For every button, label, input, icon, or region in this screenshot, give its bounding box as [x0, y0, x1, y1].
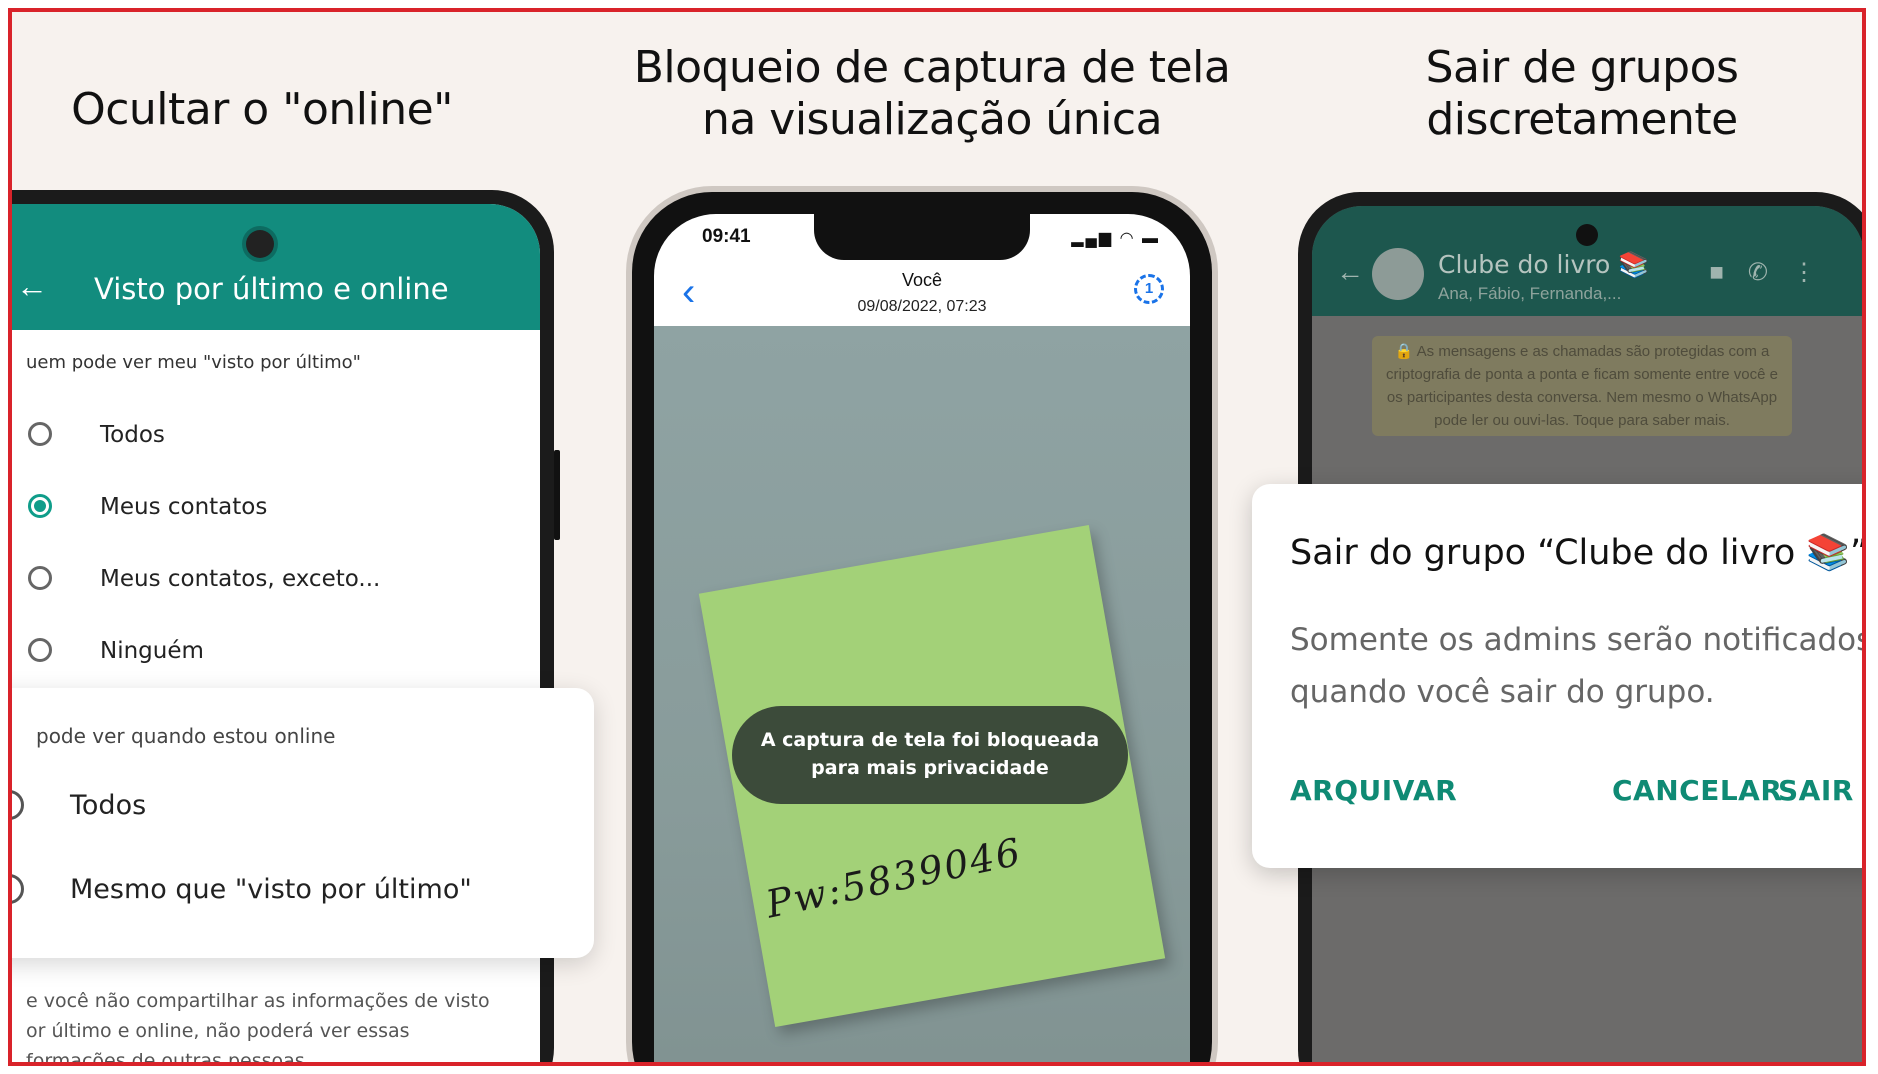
- footer-line: e você não compartilhar as informações d…: [26, 990, 490, 1012]
- signal-wifi-battery-icon: ▂▄▆ ◠ ▬: [1071, 230, 1160, 247]
- leave-button[interactable]: SAIR: [1778, 774, 1854, 807]
- notice-line: 🔒 As mensagens e as chamadas são protegi…: [1394, 343, 1770, 360]
- archive-button[interactable]: ARQUIVAR: [1290, 774, 1457, 807]
- camera-icon: [1576, 224, 1598, 246]
- heading-leave-groups: Sair de grupos discretamente: [1342, 42, 1822, 146]
- radio-unselected-icon[interactable]: [12, 874, 24, 904]
- back-arrow-icon[interactable]: ←: [16, 268, 48, 305]
- option-label: Todos: [100, 422, 165, 448]
- notice-line: os participantes desta conversa. Nem mes…: [1386, 389, 1778, 406]
- heading-line: Bloqueio de captura de tela: [633, 42, 1231, 93]
- promo-frame: Ocultar o "online" Bloqueio de captura d…: [8, 8, 1866, 1066]
- notice-line: pode ler ou ouvi-las. Toque para saber m…: [1434, 412, 1730, 429]
- radio-unselected-icon[interactable]: [28, 422, 52, 446]
- group-avatar[interactable]: [1372, 248, 1424, 300]
- sender-name: Você: [901, 270, 943, 290]
- radio-unselected-icon[interactable]: [28, 638, 52, 662]
- screen-title: Visto por último e online: [94, 272, 449, 306]
- option-label: Meus contatos: [100, 494, 268, 520]
- toast-line: para mais privacidade: [811, 757, 1049, 779]
- view-once-photo: Pw:5839046 A captura de tela foi bloquea…: [654, 326, 1190, 1062]
- footer-line: or último e online, não poderá ver essas: [26, 1020, 410, 1042]
- dialog-title: Sair do grupo “Clube do livro 📚”?: [1290, 533, 1866, 573]
- chat-header: ← Clube do livro 📚 Ana, Fábio, Fernanda,…: [1312, 206, 1862, 316]
- app-bar: ← Visto por último e online: [12, 204, 540, 330]
- radio-unselected-icon[interactable]: [12, 790, 24, 820]
- section-last-seen: uem pode ver meu "visto por último": [26, 352, 361, 373]
- status-time: 09:41: [702, 226, 751, 247]
- dialog-body: Somente os admins serão notificados quan…: [1290, 622, 1866, 710]
- radio-selected-icon[interactable]: [28, 494, 52, 518]
- option-label: Ninguém: [100, 638, 204, 664]
- option-label: Mesmo que "visto por último": [70, 874, 472, 905]
- back-arrow-icon[interactable]: ←: [1336, 256, 1364, 288]
- encryption-notice[interactable]: 🔒 As mensagens e as chamadas são protegi…: [1372, 336, 1792, 436]
- notice-line: criptografia de ponta a ponta e ficam so…: [1386, 366, 1778, 383]
- option-label: Todos: [70, 790, 147, 821]
- heading-hide-online: Ocultar o "online": [71, 84, 453, 135]
- view-once-icon[interactable]: 1: [1134, 274, 1164, 304]
- group-members: Ana, Fábio, Fernanda,...: [1438, 284, 1622, 303]
- cancel-button[interactable]: CANCELAR: [1612, 774, 1782, 807]
- radio-unselected-icon[interactable]: [28, 566, 52, 590]
- view-once-screen: 09:41 ▂▄▆ ◠ ▬ ‹ Você 09/08/2022, 07:23 1…: [654, 214, 1190, 1062]
- heading-screenshot-block: Bloqueio de captura de tela na visualiza…: [602, 42, 1262, 146]
- online-visibility-card: pode ver quando estou online Todos Mesmo…: [12, 688, 594, 958]
- leave-group-dialog: Sair do grupo “Clube do livro 📚”? Soment…: [1252, 484, 1866, 868]
- message-datetime: 09/08/2022, 07:23: [857, 298, 987, 315]
- toast-line: A captura de tela foi bloqueada: [760, 729, 1100, 751]
- heading-line: discretamente: [1426, 94, 1738, 145]
- section-online: pode ver quando estou online: [36, 724, 336, 748]
- screenshot-blocked-toast: A captura de tela foi bloqueada para mai…: [732, 706, 1128, 804]
- phone-side-button: [554, 450, 560, 540]
- phone-view-once: 09:41 ▂▄▆ ◠ ▬ ‹ Você 09/08/2022, 07:23 1…: [632, 192, 1212, 1062]
- footer-line: formações de outras pessoas.: [26, 1050, 311, 1066]
- privacy-footer-note: e você não compartilhar as informações d…: [26, 986, 506, 1066]
- heading-line: Sair de grupos: [1425, 42, 1739, 93]
- call-menu-icons[interactable]: ■✆⋮: [1709, 258, 1840, 287]
- heading-line: na visualização única: [701, 94, 1163, 145]
- phone-notch: [814, 214, 1030, 260]
- option-label: Meus contatos, exceto...: [100, 566, 381, 592]
- camera-icon: [246, 230, 274, 258]
- group-name[interactable]: Clube do livro 📚: [1438, 250, 1649, 280]
